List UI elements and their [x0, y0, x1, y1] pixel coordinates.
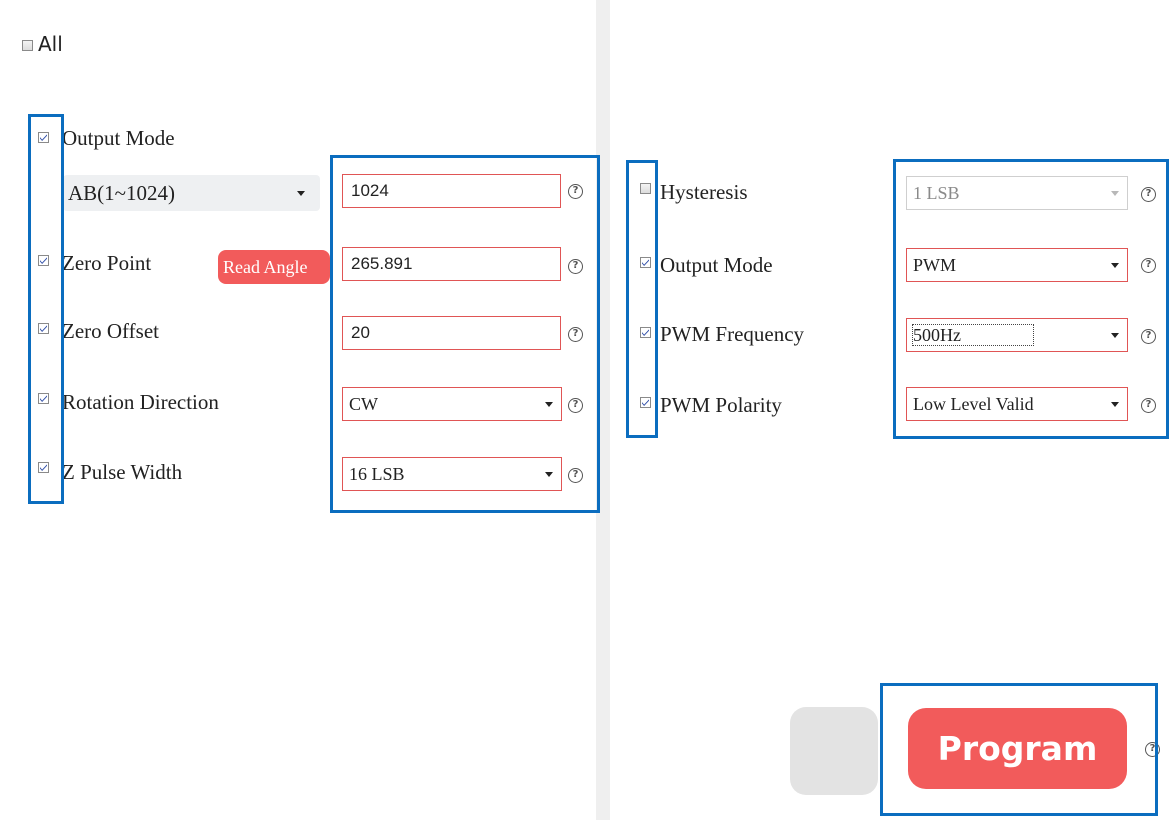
highlight-box	[626, 160, 658, 438]
highlight-box	[893, 159, 1169, 439]
pwm-polarity-label: PWM Polarity	[660, 393, 782, 417]
dropdown-caret-icon	[297, 191, 305, 196]
all-label: All	[38, 32, 63, 56]
output-mode-label: Output Mode	[62, 126, 175, 150]
highlight-box	[880, 683, 1158, 816]
right-output-mode-label: Output Mode	[660, 253, 773, 277]
z-pulse-width-label: Z Pulse Width	[62, 460, 183, 484]
zero-offset-label: Zero Offset	[62, 319, 159, 343]
zero-point-label: Zero Point	[62, 251, 152, 275]
output-mode-select-value: AB(1~1024)	[68, 181, 176, 205]
rotation-direction-label: Rotation Direction	[62, 390, 219, 414]
highlight-box	[330, 155, 600, 513]
hysteresis-label: Hysteresis	[660, 180, 748, 204]
secondary-button[interactable]	[790, 707, 878, 795]
all-checkbox[interactable]	[22, 40, 33, 51]
pwm-frequency-label: PWM Frequency	[660, 322, 805, 346]
read-angle-button[interactable]: Read Angle	[218, 250, 330, 284]
highlight-box	[28, 114, 64, 504]
output-mode-select[interactable]: AB(1~1024)	[63, 175, 320, 211]
